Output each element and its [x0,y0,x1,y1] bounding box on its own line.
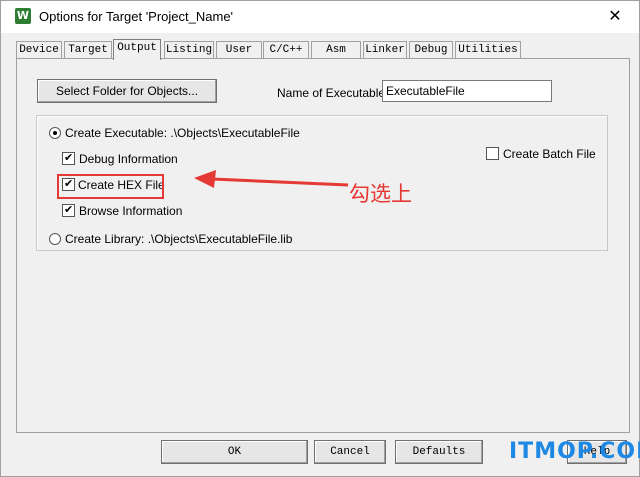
cancel-button[interactable]: Cancel [314,440,386,464]
tab-output[interactable]: Output [113,39,161,60]
tab-target[interactable]: Target [64,41,112,59]
debug-information-label: Debug Information [79,152,178,166]
create-executable-label: Create Executable: .\Objects\ExecutableF… [65,126,300,140]
tab-user[interactable]: User [216,41,262,59]
annotation-text: 勾选上 [349,182,412,206]
create-batch-checkbox[interactable] [486,147,499,160]
highlight-box [57,174,164,199]
tab-utilities[interactable]: Utilities [455,41,521,59]
create-executable-radio[interactable] [49,127,61,139]
browse-information-label: Browse Information [79,204,183,218]
title-bar: W Options for Target 'Project_Name' ✕ [1,1,639,33]
tab-listing[interactable]: Listing [164,41,214,59]
output-panel: Select Folder for Objects... Name of Exe… [16,58,630,464]
debug-information-checkbox[interactable] [62,150,75,166]
options-dialog: W Options for Target 'Project_Name' ✕ De… [0,0,640,477]
watermark-text: ITMOP.COM [509,439,640,464]
tab-linker[interactable]: Linker [363,41,407,59]
create-batch-label: Create Batch File [503,147,596,161]
name-of-executable-input[interactable] [382,80,552,102]
tab-cpp[interactable]: C/C++ [263,41,309,59]
window-title: Options for Target 'Project_Name' [39,9,234,24]
annotation-arrow-icon [194,170,349,188]
tab-device[interactable]: Device [16,41,62,59]
browse-information-checkbox[interactable] [62,202,75,218]
ok-button[interactable]: OK [161,440,308,464]
create-library-radio[interactable] [49,233,61,245]
tab-asm[interactable]: Asm [311,41,361,59]
tab-debug[interactable]: Debug [409,41,453,59]
app-icon: W [15,8,31,24]
select-folder-button[interactable]: Select Folder for Objects... [37,79,217,103]
defaults-button[interactable]: Defaults [395,440,483,464]
close-icon[interactable]: ✕ [605,6,625,26]
name-of-executable-label: Name of Executable: [277,86,389,100]
create-library-label: Create Library: .\Objects\ExecutableFile… [65,232,293,246]
